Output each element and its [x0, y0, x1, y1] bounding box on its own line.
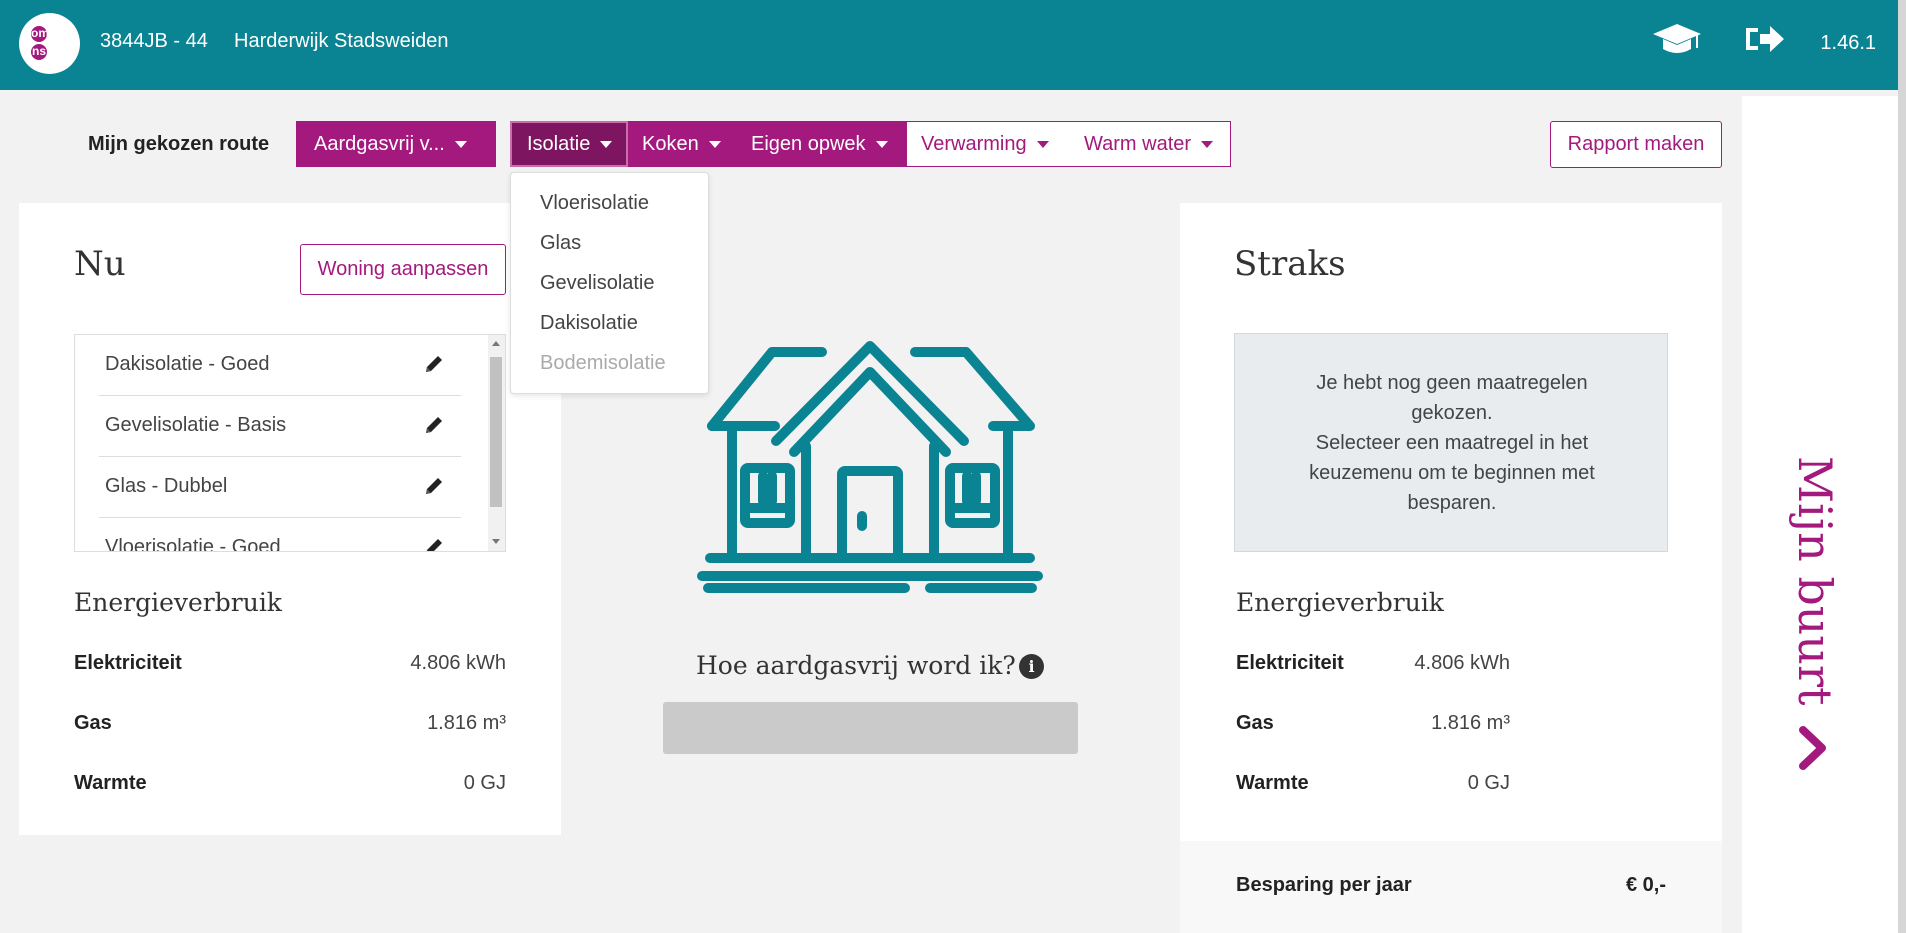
neighbourhood-name: Harderwijk Stadsweiden: [234, 30, 449, 52]
omons-logo[interactable]: om ns: [19, 13, 80, 74]
app-version: 1.46.1: [1820, 32, 1876, 54]
now-stat-label: Elektriciteit: [74, 652, 182, 674]
list-scrollbar[interactable]: [488, 335, 505, 551]
list-item: Gevelisolatie - Basis: [99, 396, 461, 457]
scroll-down-arrow-icon[interactable]: [492, 539, 500, 544]
tab-label: Isolatie: [527, 133, 591, 155]
logo-letter: ns: [31, 44, 47, 60]
pencil-icon[interactable]: [423, 475, 445, 502]
now-stat-value: 4.806 kWh: [410, 652, 506, 674]
tab-verwarming[interactable]: Verwarming: [907, 122, 1063, 166]
graduation-cap-icon[interactable]: [1651, 22, 1703, 63]
savings-row: Besparing per jaar € 0,-: [1180, 841, 1722, 933]
pencil-icon[interactable]: [423, 353, 445, 380]
measure-label: Glas - Dubbel: [105, 475, 228, 497]
empty-line: Je hebt nog geen maatregelen: [1316, 372, 1588, 394]
caret-down-icon: [1201, 141, 1214, 149]
now-stat-label: Gas: [74, 712, 112, 734]
empty-line: gekozen.: [1411, 402, 1493, 424]
pencil-icon[interactable]: [423, 414, 445, 441]
later-panel: [1180, 203, 1722, 933]
now-stat-value: 0 GJ: [463, 772, 506, 794]
logo-letter: om: [31, 26, 49, 42]
caret-down-icon: [708, 141, 721, 149]
rapport-maken-button[interactable]: Rapport maken: [1550, 121, 1722, 168]
tab-warm-water[interactable]: Warm water: [1070, 122, 1227, 166]
list-item: Glas - Dubbel: [99, 457, 461, 518]
measure-label: Gevelisolatie - Basis: [105, 414, 287, 436]
tab-label: Koken: [642, 133, 699, 155]
aardgasvrij-question: Hoe aardgasvrij word ik?: [696, 651, 1016, 680]
pencil-icon[interactable]: [423, 536, 445, 551]
dropdown-item-gevelisolatie[interactable]: Gevelisolatie: [540, 272, 655, 295]
chevron-right-icon: [1798, 726, 1828, 775]
empty-line: Selecteer een maatregel in het: [1315, 432, 1589, 454]
caret-down-icon: [454, 141, 467, 149]
scroll-up-arrow-icon[interactable]: [492, 341, 500, 346]
woning-aanpassen-button[interactable]: Woning aanpassen: [300, 244, 506, 295]
mijn-buurt-label: Mijn buurt: [1788, 456, 1842, 706]
tab-label: Warm water: [1084, 133, 1192, 155]
measure-label: Vloerisolatie - Goed: [105, 536, 281, 552]
dropdown-item-bodemisolatie: Bodemisolatie: [540, 352, 666, 374]
later-stat-value: 0 GJ: [1467, 772, 1510, 794]
top-bar: om ns 3844JB - 44 Harderwijk Stadsweiden…: [0, 0, 1898, 90]
tab-label: Verwarming: [921, 133, 1027, 155]
later-energy-title: Energieverbruik: [1236, 588, 1444, 617]
sign-out-icon[interactable]: [1742, 22, 1786, 61]
dropdown-item-vloerisolatie[interactable]: Vloerisolatie: [540, 192, 649, 215]
house-icon: [690, 336, 1050, 601]
now-title: Nu: [74, 244, 126, 284]
route-select-button[interactable]: Aardgasvrij v...: [296, 121, 496, 167]
dropdown-item-glas[interactable]: Glas: [540, 232, 581, 255]
later-title: Straks: [1234, 244, 1346, 284]
later-stat-label: Gas: [1236, 712, 1274, 734]
tab-eigen-opwek[interactable]: Eigen opwek: [735, 121, 906, 167]
mijn-buurt-side-tab[interactable]: Mijn buurt: [1742, 96, 1898, 933]
list-item: Vloerisolatie - Goed: [99, 518, 461, 552]
later-stat-value: 4.806 kWh: [1414, 652, 1510, 674]
postcode: 3844JB - 44: [100, 30, 208, 52]
empty-line: besparen.: [1407, 492, 1497, 514]
caret-down-icon: [1036, 141, 1049, 149]
caret-down-icon: [600, 141, 613, 149]
dropdown-item-dakisolatie[interactable]: Dakisolatie: [540, 312, 638, 335]
savings-value: € 0,-: [1625, 874, 1666, 896]
now-energy-title: Energieverbruik: [74, 588, 282, 617]
aardgasvrij-progress-bar: [663, 702, 1078, 754]
route-label: Mijn gekozen route: [88, 133, 270, 155]
measure-label: Dakisolatie - Goed: [105, 353, 270, 375]
tab-isolatie[interactable]: Isolatie: [510, 121, 628, 167]
isolatie-dropdown-menu: Vloerisolatie Glas Gevelisolatie Dakisol…: [510, 172, 709, 394]
tab-label: Eigen opwek: [751, 133, 866, 155]
tab-koken[interactable]: Koken: [628, 121, 735, 167]
now-stat-label: Warmte: [74, 772, 147, 794]
empty-line: keuzemenu om te beginnen met: [1309, 462, 1595, 484]
info-icon[interactable]: i: [1019, 654, 1044, 679]
now-stat-value: 1.816 m³: [427, 712, 506, 734]
measure-list[interactable]: Dakisolatie - Goed Gevelisolatie - Basis…: [74, 334, 506, 552]
page-scrollbar[interactable]: [1898, 0, 1906, 933]
empty-measures-message: Je hebt nog geen maatregelen gekozen. Se…: [1295, 368, 1609, 518]
later-stat-value: 1.816 m³: [1431, 712, 1510, 734]
empty-measures-box: Je hebt nog geen maatregelen gekozen. Se…: [1234, 333, 1668, 552]
route-select-label: Aardgasvrij v...: [314, 133, 445, 155]
list-item: Dakisolatie - Goed: [99, 335, 461, 396]
list-scroll-thumb[interactable]: [490, 357, 502, 507]
later-stat-label: Warmte: [1236, 772, 1309, 794]
savings-label: Besparing per jaar: [1236, 874, 1412, 896]
caret-down-icon: [875, 141, 888, 149]
